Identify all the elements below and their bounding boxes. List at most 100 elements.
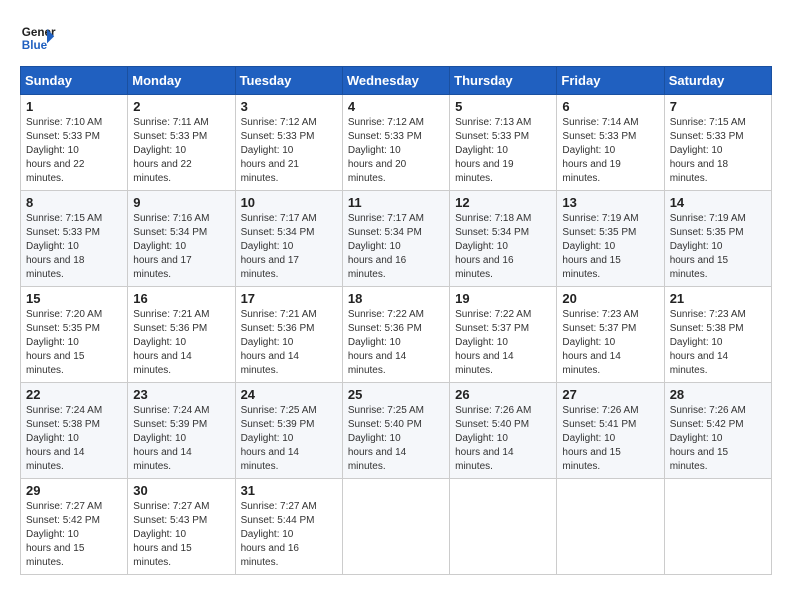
day-info: Sunrise: 7:17 AMSunset: 5:34 PMDaylight:… xyxy=(348,212,444,282)
calendar-cell: 15 Sunrise: 7:20 AMSunset: 5:35 PMDayligh… xyxy=(21,287,128,383)
day-info: Sunrise: 7:22 AMSunset: 5:37 PMDaylight:… xyxy=(455,308,551,378)
day-info: Sunrise: 7:18 AMSunset: 5:34 PMDaylight:… xyxy=(455,212,551,282)
calendar-cell: 28Sunrise: 7:26 AMSunset: 5:42 PMDayligh… xyxy=(664,383,771,479)
weekday-header-saturday: Saturday xyxy=(664,67,771,95)
calendar-cell: 4Sunrise: 7:12 AMSunset: 5:33 PMDaylight… xyxy=(342,95,449,191)
day-number: 6 xyxy=(562,99,658,114)
calendar-cell: 8 Sunrise: 7:15 AMSunset: 5:33 PMDaylight… xyxy=(21,191,128,287)
day-number: 24 xyxy=(241,387,337,402)
day-info: Sunrise: 7:25 AMSunset: 5:40 PMDaylight:… xyxy=(348,404,444,474)
day-info: Sunrise: 7:13 AMSunset: 5:33 PMDaylight:… xyxy=(455,116,551,186)
calendar-cell: 23 Sunrise: 7:24 AMSunset: 5:39 PMDayligh… xyxy=(128,383,235,479)
weekday-header-sunday: Sunday xyxy=(21,67,128,95)
calendar-cell: 17 Sunrise: 7:21 AMSunset: 5:36 PMDayligh… xyxy=(235,287,342,383)
day-info: Sunrise: 7:27 AMSunset: 5:42 PMDaylight:… xyxy=(26,500,122,570)
day-number: 7 xyxy=(670,99,766,114)
calendar-week-row: 29 Sunrise: 7:27 AMSunset: 5:42 PMDayligh… xyxy=(21,479,772,575)
calendar-cell xyxy=(664,479,771,575)
day-number: 30 xyxy=(133,483,229,498)
day-number: 17 xyxy=(241,291,337,306)
day-info: Sunrise: 7:26 AMSunset: 5:42 PMDaylight:… xyxy=(670,404,766,474)
calendar-week-row: 8 Sunrise: 7:15 AMSunset: 5:33 PMDaylight… xyxy=(21,191,772,287)
calendar-cell: 13Sunrise: 7:19 AMSunset: 5:35 PMDayligh… xyxy=(557,191,664,287)
weekday-header-friday: Friday xyxy=(557,67,664,95)
day-info: Sunrise: 7:27 AMSunset: 5:44 PMDaylight:… xyxy=(241,500,337,570)
day-number: 14 xyxy=(670,195,766,210)
day-info: Sunrise: 7:11 AMSunset: 5:33 PMDaylight:… xyxy=(133,116,229,186)
calendar-week-row: 15 Sunrise: 7:20 AMSunset: 5:35 PMDayligh… xyxy=(21,287,772,383)
calendar-cell: 30 Sunrise: 7:27 AMSunset: 5:43 PMDayligh… xyxy=(128,479,235,575)
day-number: 10 xyxy=(241,195,337,210)
day-number: 1 xyxy=(26,99,122,114)
day-number: 22 xyxy=(26,387,122,402)
weekday-header-thursday: Thursday xyxy=(450,67,557,95)
calendar-cell: 6 Sunrise: 7:14 AMSunset: 5:33 PMDaylight… xyxy=(557,95,664,191)
day-info: Sunrise: 7:10 AMSunset: 5:33 PMDaylight:… xyxy=(26,116,122,186)
calendar-cell: 31 Sunrise: 7:27 AMSunset: 5:44 PMDayligh… xyxy=(235,479,342,575)
calendar-cell xyxy=(450,479,557,575)
calendar-cell: 2 Sunrise: 7:11 AMSunset: 5:33 PMDaylight… xyxy=(128,95,235,191)
calendar-cell: 24 Sunrise: 7:25 AMSunset: 5:39 PMDayligh… xyxy=(235,383,342,479)
day-number: 8 xyxy=(26,195,122,210)
day-number: 3 xyxy=(241,99,337,114)
day-number: 9 xyxy=(133,195,229,210)
calendar-cell: 18 Sunrise: 7:22 AMSunset: 5:36 PMDayligh… xyxy=(342,287,449,383)
weekday-header-tuesday: Tuesday xyxy=(235,67,342,95)
calendar-cell xyxy=(342,479,449,575)
day-info: Sunrise: 7:24 AMSunset: 5:38 PMDaylight:… xyxy=(26,404,122,474)
calendar-table: SundayMondayTuesdayWednesdayThursdayFrid… xyxy=(20,66,772,575)
day-number: 29 xyxy=(26,483,122,498)
day-number: 23 xyxy=(133,387,229,402)
day-number: 21 xyxy=(670,291,766,306)
calendar-cell: 25 Sunrise: 7:25 AMSunset: 5:40 PMDayligh… xyxy=(342,383,449,479)
day-number: 2 xyxy=(133,99,229,114)
day-info: Sunrise: 7:21 AMSunset: 5:36 PMDaylight:… xyxy=(133,308,229,378)
day-info: Sunrise: 7:23 AMSunset: 5:37 PMDaylight:… xyxy=(562,308,658,378)
day-number: 18 xyxy=(348,291,444,306)
day-number: 26 xyxy=(455,387,551,402)
calendar-cell: 16 Sunrise: 7:21 AMSunset: 5:36 PMDayligh… xyxy=(128,287,235,383)
day-number: 25 xyxy=(348,387,444,402)
day-number: 19 xyxy=(455,291,551,306)
calendar-cell: 22 Sunrise: 7:24 AMSunset: 5:38 PMDayligh… xyxy=(21,383,128,479)
calendar-cell: 3 Sunrise: 7:12 AMSunset: 5:33 PMDaylight… xyxy=(235,95,342,191)
header: General Blue xyxy=(20,20,772,56)
day-number: 31 xyxy=(241,483,337,498)
day-info: Sunrise: 7:12 AMSunset: 5:33 PMDaylight:… xyxy=(241,116,337,186)
calendar-cell: 5 Sunrise: 7:13 AMSunset: 5:33 PMDaylight… xyxy=(450,95,557,191)
calendar-cell: 21 Sunrise: 7:23 AMSunset: 5:38 PMDayligh… xyxy=(664,287,771,383)
calendar-cell: 1 Sunrise: 7:10 AMSunset: 5:33 PMDaylight… xyxy=(21,95,128,191)
day-info: Sunrise: 7:20 AMSunset: 5:35 PMDaylight:… xyxy=(26,308,122,378)
day-info: Sunrise: 7:15 AMSunset: 5:33 PMDaylight:… xyxy=(26,212,122,282)
day-info: Sunrise: 7:24 AMSunset: 5:39 PMDaylight:… xyxy=(133,404,229,474)
logo-icon: General Blue xyxy=(20,20,56,56)
day-info: Sunrise: 7:19 AMSunset: 5:35 PMDaylight:… xyxy=(670,212,766,282)
day-info: Sunrise: 7:17 AMSunset: 5:34 PMDaylight:… xyxy=(241,212,337,282)
day-info: Sunrise: 7:26 AMSunset: 5:40 PMDaylight:… xyxy=(455,404,551,474)
day-info: Sunrise: 7:23 AMSunset: 5:38 PMDaylight:… xyxy=(670,308,766,378)
calendar-cell: 29 Sunrise: 7:27 AMSunset: 5:42 PMDayligh… xyxy=(21,479,128,575)
calendar-week-row: 22 Sunrise: 7:24 AMSunset: 5:38 PMDayligh… xyxy=(21,383,772,479)
day-info: Sunrise: 7:14 AMSunset: 5:33 PMDaylight:… xyxy=(562,116,658,186)
day-number: 16 xyxy=(133,291,229,306)
day-number: 5 xyxy=(455,99,551,114)
day-number: 4 xyxy=(348,99,444,114)
weekday-header-row: SundayMondayTuesdayWednesdayThursdayFrid… xyxy=(21,67,772,95)
logo: General Blue xyxy=(20,20,56,56)
day-info: Sunrise: 7:21 AMSunset: 5:36 PMDaylight:… xyxy=(241,308,337,378)
calendar-cell: 27Sunrise: 7:26 AMSunset: 5:41 PMDayligh… xyxy=(557,383,664,479)
calendar-cell: 19 Sunrise: 7:22 AMSunset: 5:37 PMDayligh… xyxy=(450,287,557,383)
day-number: 13 xyxy=(562,195,658,210)
day-info: Sunrise: 7:25 AMSunset: 5:39 PMDaylight:… xyxy=(241,404,337,474)
calendar-cell: 9 Sunrise: 7:16 AMSunset: 5:34 PMDaylight… xyxy=(128,191,235,287)
day-info: Sunrise: 7:26 AMSunset: 5:41 PMDaylight:… xyxy=(562,404,658,474)
calendar-cell: 26 Sunrise: 7:26 AMSunset: 5:40 PMDayligh… xyxy=(450,383,557,479)
calendar-week-row: 1 Sunrise: 7:10 AMSunset: 5:33 PMDaylight… xyxy=(21,95,772,191)
day-number: 15 xyxy=(26,291,122,306)
calendar-cell: 14 Sunrise: 7:19 AMSunset: 5:35 PMDayligh… xyxy=(664,191,771,287)
day-info: Sunrise: 7:27 AMSunset: 5:43 PMDaylight:… xyxy=(133,500,229,570)
calendar-cell: 20Sunrise: 7:23 AMSunset: 5:37 PMDayligh… xyxy=(557,287,664,383)
day-info: Sunrise: 7:22 AMSunset: 5:36 PMDaylight:… xyxy=(348,308,444,378)
calendar-cell: 11Sunrise: 7:17 AMSunset: 5:34 PMDayligh… xyxy=(342,191,449,287)
day-info: Sunrise: 7:16 AMSunset: 5:34 PMDaylight:… xyxy=(133,212,229,282)
